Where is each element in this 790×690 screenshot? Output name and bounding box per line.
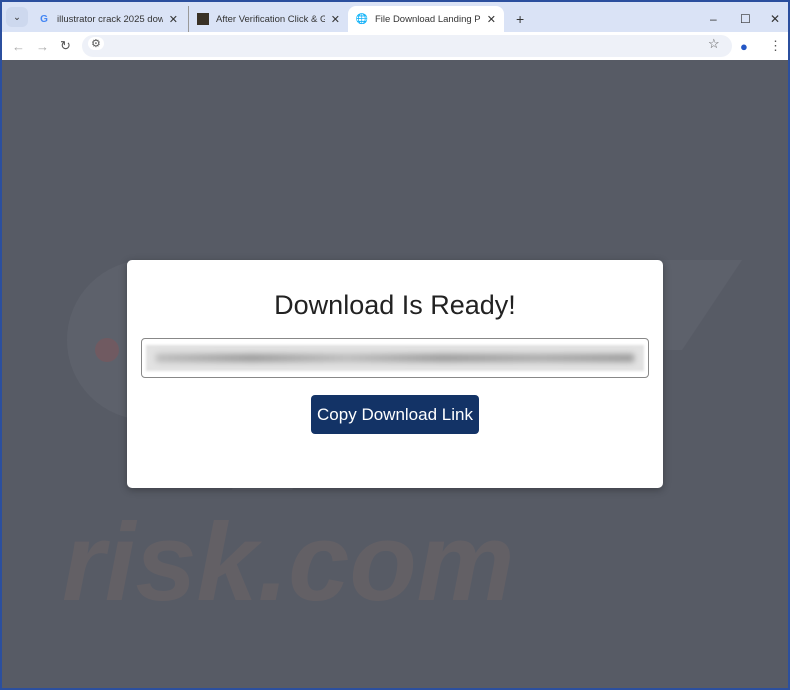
tab-title: illustrator crack 2025 download bbox=[57, 13, 163, 25]
chevron-down-icon: ⌄ bbox=[13, 11, 21, 23]
maximize-button[interactable]: ☐ bbox=[732, 6, 759, 32]
bookmark-star-icon[interactable]: ☆ bbox=[708, 36, 720, 52]
download-card: Download Is Ready! Copy Download Link bbox=[127, 260, 663, 488]
menu-icon[interactable]: ⋮ bbox=[769, 38, 782, 54]
copy-download-link-button[interactable]: Copy Download Link bbox=[311, 395, 479, 434]
page-content: risk.com Download Is Ready! Copy Downloa… bbox=[2, 60, 788, 688]
forward-icon[interactable]: → bbox=[36, 39, 49, 54]
close-window-button[interactable]: ✕ bbox=[762, 6, 788, 32]
close-tab-icon[interactable]: ✕ bbox=[487, 13, 496, 26]
tab-illustrator[interactable]: G illustrator crack 2025 download ✕ bbox=[30, 6, 186, 32]
tab-file-download[interactable]: 🌐 File Download Landing Page ✕ bbox=[348, 6, 504, 32]
tab-title: After Verification Click & Go to bbox=[216, 13, 325, 25]
tab-title: File Download Landing Page bbox=[375, 13, 481, 25]
tab-after-verification[interactable]: After Verification Click & Go to ✕ bbox=[188, 6, 348, 32]
page-heading: Download Is Ready! bbox=[274, 290, 516, 320]
browser-window: ⌄ G illustrator crack 2025 download ✕ Af… bbox=[2, 2, 788, 688]
svg-text:risk.com: risk.com bbox=[62, 501, 514, 620]
download-link-field[interactable] bbox=[141, 338, 649, 378]
close-tab-icon[interactable]: ✕ bbox=[331, 13, 340, 26]
back-icon[interactable]: ← bbox=[12, 39, 25, 54]
close-tab-icon[interactable]: ✕ bbox=[169, 13, 178, 26]
new-tab-button[interactable]: + bbox=[508, 6, 532, 32]
toolbar: ← → ↻ ⚙ ☆ ● ⋮ bbox=[2, 32, 788, 60]
address-bar[interactable]: ⚙ ☆ bbox=[82, 35, 732, 57]
site-settings-icon[interactable]: ⚙ bbox=[88, 37, 104, 50]
google-icon: G bbox=[40, 13, 48, 25]
blurred-link-text bbox=[146, 345, 644, 371]
reload-icon[interactable]: ↻ bbox=[60, 38, 71, 54]
globe-icon: 🌐 bbox=[355, 13, 369, 25]
profile-icon[interactable]: ● bbox=[740, 39, 748, 54]
minimize-button[interactable]: – bbox=[702, 6, 725, 32]
tab-search-button[interactable]: ⌄ bbox=[6, 7, 28, 27]
thumbnail-icon bbox=[197, 13, 209, 25]
tab-bar: ⌄ G illustrator crack 2025 download ✕ Af… bbox=[2, 2, 788, 32]
